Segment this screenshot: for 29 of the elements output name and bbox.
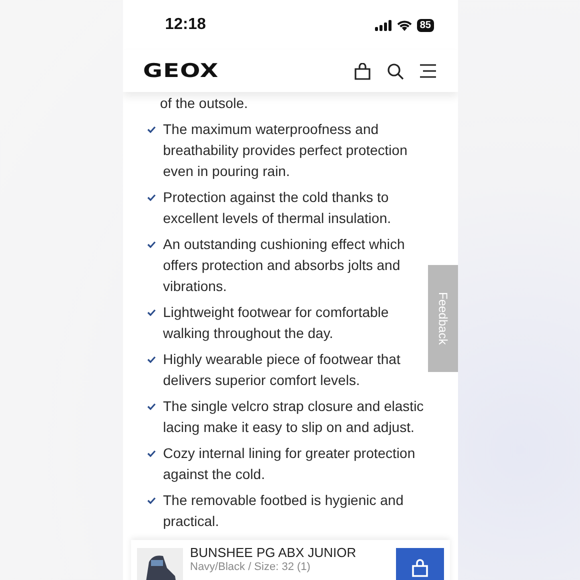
- check-icon: [147, 241, 156, 248]
- check-icon: [147, 126, 156, 133]
- feature-text: An outstanding cushioning effect which offers protection and absorbs jolts and vibrations.: [163, 235, 406, 296]
- feature-text: The maximum waterproofness and breathability provides perfect protection even in pouring rain.: [163, 120, 408, 181]
- feature-text: Cozy internal lining for greater protection against the cold.: [163, 444, 416, 484]
- description-text: of the outsole.: [160, 94, 249, 113]
- add-to-bag-button[interactable]: [396, 548, 444, 580]
- feature-text: The removable footbed is hygienic and practical.: [163, 491, 404, 531]
- product-variant: Navy/Black / Size: 32 (1): [190, 560, 312, 574]
- feature-text: Lightweight footwear for comfortable walking throughout the day.: [163, 303, 390, 343]
- feature-text: Highly wearable piece of footwear that delivers superior comfort levels.: [163, 350, 402, 390]
- brand-logo[interactable]: GEOX: [143, 60, 219, 82]
- feature-text: Protection against the cold thanks to excellent levels of thermal insulation.: [163, 188, 392, 228]
- check-icon: [147, 309, 156, 316]
- bag-icon[interactable]: [354, 62, 371, 80]
- check-icon: [147, 194, 156, 201]
- menu-icon[interactable]: [420, 64, 436, 78]
- signal-icon: [374, 20, 392, 30]
- product-name: BUNSHEE PG ABX JUNIOR: [190, 545, 358, 560]
- check-icon: [147, 403, 156, 410]
- wifi-icon: [396, 20, 412, 30]
- check-icon: [147, 450, 156, 457]
- battery-level: 85: [416, 18, 434, 32]
- search-icon[interactable]: [387, 62, 404, 80]
- bag-icon: [411, 559, 429, 577]
- check-icon: [147, 356, 156, 363]
- check-icon: [147, 497, 156, 504]
- feature-text: The single velcro strap closure and elastic lacing make it easy to slip on and adjust.: [163, 397, 425, 437]
- status-time: 12:18: [165, 16, 206, 34]
